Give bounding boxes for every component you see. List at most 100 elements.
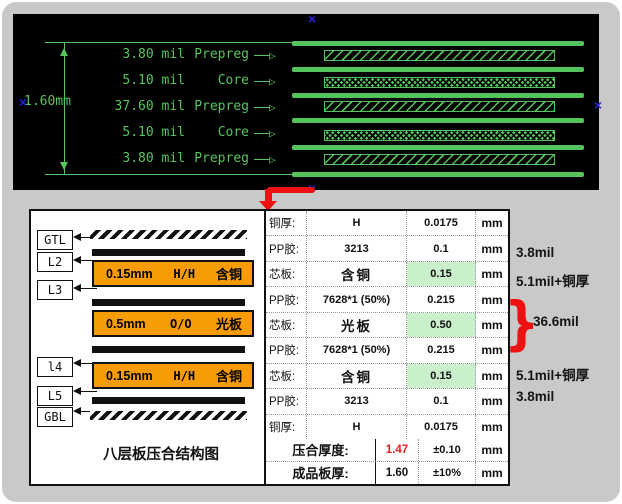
stackup-detail-panel: GTL L2 L3 l4 L5 GBL 0.15mm H/H xyxy=(29,209,510,486)
table-row: PP胶: 7628*1 (50%) 0.215 mm xyxy=(266,338,508,363)
layer-label-box: L2 xyxy=(37,252,73,272)
row-material: 光板 xyxy=(307,313,407,337)
left-arrow-icon xyxy=(69,387,81,395)
right-arrow-icon: ▷ xyxy=(269,76,276,87)
table-row: PP胶: 3213 0.1 mm xyxy=(266,389,508,414)
copper-layer-bar xyxy=(292,118,584,123)
layer-material: Core xyxy=(185,125,249,141)
row-thickness: 0.215 xyxy=(407,338,476,362)
copper-layer-bar xyxy=(292,93,584,98)
arrow-line xyxy=(254,81,270,82)
row-unit: mm xyxy=(476,415,508,439)
summary-unit: mm xyxy=(476,439,508,461)
cad-stackup-view: 1.60mm 3.80 mil Prepreg ▷ 5.10 mil Core … xyxy=(13,14,599,190)
layer-material: Core xyxy=(185,73,249,89)
right-arrow-icon: ▷ xyxy=(269,50,276,61)
top-solder-hatch xyxy=(90,230,247,239)
row-unit: mm xyxy=(476,236,508,260)
core-kind: 含铜 xyxy=(216,264,242,283)
core-board-box: 0.15mm H/H 含铜 xyxy=(92,362,254,389)
arrow-line xyxy=(254,107,270,108)
thickness-annotation: 3.8mil xyxy=(516,245,554,260)
arrow-line xyxy=(254,133,270,134)
layer-callout: 5.10 mil Core ▷ xyxy=(91,125,276,141)
right-arrow-icon: ▷ xyxy=(269,154,276,165)
row-thickness: 0.50 xyxy=(407,313,476,337)
row-thickness: 0.215 xyxy=(407,287,476,311)
thickness-annotation: 5.1mil+铜厚 xyxy=(516,364,589,384)
layer-callout: 3.80 mil Prepreg ▷ xyxy=(91,47,276,63)
diagram-caption: 八层板压合结构图 xyxy=(61,443,261,464)
pcb-stackup-screenshot: 1.60mm 3.80 mil Prepreg ▷ 5.10 mil Core … xyxy=(0,0,622,504)
right-arrow-icon: ▷ xyxy=(269,128,276,139)
prepreg-layer-bar xyxy=(324,154,555,165)
x-marker-icon: × xyxy=(594,97,602,113)
summary-unit: mm xyxy=(476,462,508,484)
layer-label-box: l4 xyxy=(37,357,73,377)
thickness-annotation: 5.1mil+铜厚 xyxy=(516,270,589,290)
copper-foil-bar xyxy=(92,249,245,256)
row-thickness: 0.1 xyxy=(407,236,476,260)
x-marker-icon: × xyxy=(19,94,27,110)
left-arrow-icon xyxy=(69,407,81,415)
red-arrow-horizontal xyxy=(267,187,315,193)
layer-material: Prepreg xyxy=(185,47,249,63)
dimension-line-top xyxy=(45,42,295,43)
summary-value: 1.60 xyxy=(376,462,419,484)
up-arrow-icon xyxy=(60,44,68,56)
layer-label-box: GTL xyxy=(37,230,73,250)
row-thickness: 0.15 xyxy=(407,364,476,388)
row-material: 3213 xyxy=(307,236,407,260)
core-copper-weight: O/O xyxy=(170,317,192,331)
row-label: 芯板: xyxy=(266,262,307,286)
layer-thickness: 3.80 mil xyxy=(91,151,185,167)
table-row: 芯板: 光板 0.50 mm xyxy=(266,313,508,338)
summary-label: 压合厚度: xyxy=(266,439,376,461)
copper-layer-bar xyxy=(292,172,584,177)
core-kind: 光板 xyxy=(216,314,242,333)
copper-foil-bar xyxy=(92,346,245,353)
layer-callout: 37.60 mil Prepreg ▷ xyxy=(91,99,276,115)
right-arrow-icon: ▷ xyxy=(269,102,276,113)
row-material: H xyxy=(307,211,407,235)
row-unit: mm xyxy=(476,262,508,286)
layer-thickness: 3.80 mil xyxy=(91,47,185,63)
left-arrow-icon xyxy=(69,284,81,292)
total-thickness-label: 1.60mm xyxy=(24,94,71,109)
layer-material: Prepreg xyxy=(185,99,249,115)
summary-row: 压合厚度: 1.47 ±0.10 mm xyxy=(266,439,508,462)
summary-tolerance: ±10% xyxy=(419,462,476,484)
dimension-line-bottom xyxy=(45,174,295,175)
table-row: 芯板: 含铜 0.15 mm xyxy=(266,364,508,389)
row-label: 芯板: xyxy=(266,313,307,337)
row-thickness: 0.15 xyxy=(407,262,476,286)
summary-value: 1.47 xyxy=(376,439,419,461)
layer-thickness: 5.10 mil xyxy=(91,73,185,89)
layer-thickness: 5.10 mil xyxy=(91,125,185,141)
row-label: 铜厚: xyxy=(266,415,307,439)
summary-tolerance: ±0.10 xyxy=(419,439,476,461)
table-row: 铜厚: H 0.0175 mm xyxy=(266,415,508,439)
layer-callout: 5.10 mil Core ▷ xyxy=(91,73,276,89)
table-row: 芯板: 含铜 0.15 mm xyxy=(266,262,508,287)
down-arrow-icon xyxy=(60,162,68,174)
bottom-solder-hatch xyxy=(90,411,247,420)
row-material: 7628*1 (50%) xyxy=(307,338,407,362)
row-material: 含铜 xyxy=(307,262,407,286)
copper-layer-bar xyxy=(292,67,584,72)
row-label: PP胶: xyxy=(266,287,307,311)
copper-layer-bar xyxy=(292,145,584,150)
core-layer-bar xyxy=(324,77,555,88)
row-label: PP胶: xyxy=(266,389,307,413)
row-material: 7628*1 (50%) xyxy=(307,287,407,311)
left-arrow-icon xyxy=(69,359,81,367)
row-material: 含铜 xyxy=(307,364,407,388)
stackup-table: 铜厚: H 0.0175 mm PP胶: 3213 0.1 mm 芯板: 含铜 … xyxy=(264,211,508,484)
table-row: PP胶: 7628*1 (50%) 0.215 mm xyxy=(266,287,508,312)
copper-layer-bar xyxy=(292,41,584,46)
core-size: 0.15mm xyxy=(106,369,153,383)
row-thickness: 0.0175 xyxy=(407,415,476,439)
row-label: PP胶: xyxy=(266,236,307,260)
thickness-annotation: 3.8mil xyxy=(516,389,554,404)
core-kind: 含铜 xyxy=(216,366,242,385)
